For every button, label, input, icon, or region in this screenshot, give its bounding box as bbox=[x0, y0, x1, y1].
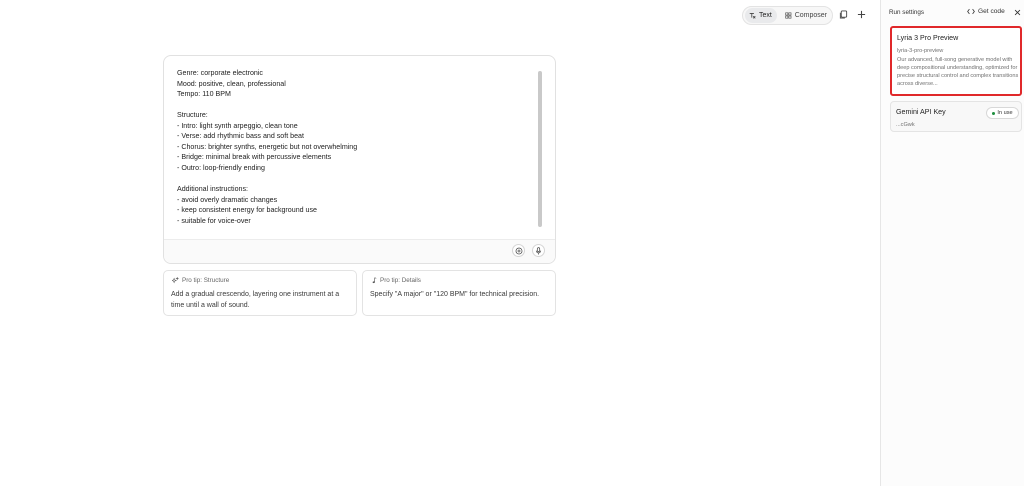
plus-icon bbox=[857, 10, 866, 19]
model-name: Lyria 3 Pro Preview bbox=[897, 34, 959, 42]
grid-icon bbox=[785, 12, 792, 19]
mode-composer-option[interactable]: Composer bbox=[781, 8, 831, 23]
plus-circle-icon bbox=[515, 247, 522, 254]
status-dot-icon bbox=[992, 111, 996, 115]
tip-structure-title: Pro tip: Structure bbox=[182, 277, 230, 284]
model-description: Our advanced, full-song generative model… bbox=[897, 57, 1019, 87]
prompt-footer bbox=[164, 239, 555, 263]
microphone-button[interactable] bbox=[532, 244, 545, 257]
run-settings-panel: Run settings Get code Lyria 3 Pro Previe… bbox=[880, 0, 1024, 486]
tip-title: Pro tip: Structure bbox=[172, 277, 229, 284]
status-badge: In use bbox=[986, 107, 1019, 119]
mode-toggle: Text Composer bbox=[742, 6, 833, 25]
model-selector-card[interactable]: Lyria 3 Pro Preview lyria-3-pro-preview … bbox=[890, 26, 1022, 96]
top-toolbar: Text Composer bbox=[0, 0, 880, 30]
code-icon bbox=[967, 8, 975, 15]
pro-tip-structure-card[interactable]: Pro tip: Structure Add a gradual crescen… bbox=[163, 270, 357, 316]
tip-details-body: Specify "A major" or "120 BPM" for techn… bbox=[370, 291, 540, 298]
copy-icon bbox=[839, 10, 848, 19]
sparkle-icon bbox=[172, 277, 179, 284]
close-panel-button[interactable] bbox=[1013, 7, 1022, 17]
api-key-value: ...cGwk bbox=[896, 122, 915, 128]
music-note-icon bbox=[372, 277, 377, 284]
panel-title: Run settings bbox=[889, 9, 925, 16]
copy-button[interactable] bbox=[838, 9, 849, 20]
add-media-button[interactable] bbox=[512, 244, 525, 257]
prompt-scrollbar[interactable] bbox=[538, 71, 542, 227]
api-key-card[interactable]: Gemini API Key ...cGwk In use bbox=[890, 101, 1022, 132]
model-id: lyria-3-pro-preview bbox=[897, 48, 944, 54]
close-icon bbox=[1014, 9, 1021, 15]
mode-text-option[interactable]: Text bbox=[745, 8, 777, 23]
prompt-textarea[interactable]: Genre: corporate electronic Mood: positi… bbox=[177, 68, 537, 240]
get-code-label: Get code bbox=[978, 8, 1005, 15]
tip-title: Pro tip: Details bbox=[371, 277, 421, 284]
status-label: In use bbox=[997, 110, 1013, 116]
new-button[interactable] bbox=[856, 9, 867, 20]
tip-details-title: Pro tip: Details bbox=[380, 277, 421, 284]
pro-tip-details-card[interactable]: Pro tip: Details Specify "A major" or "1… bbox=[362, 270, 556, 316]
get-code-button[interactable]: Get code bbox=[967, 8, 1005, 15]
api-key-label: Gemini API Key bbox=[896, 108, 946, 116]
tip-structure-body: Add a gradual crescendo, layering one in… bbox=[171, 291, 340, 309]
text-format-icon bbox=[749, 12, 756, 19]
mode-composer-label: Composer bbox=[794, 12, 827, 19]
microphone-icon bbox=[535, 246, 542, 254]
prompt-editor: Genre: corporate electronic Mood: positi… bbox=[163, 55, 556, 264]
mode-text-label: Text bbox=[759, 12, 772, 19]
